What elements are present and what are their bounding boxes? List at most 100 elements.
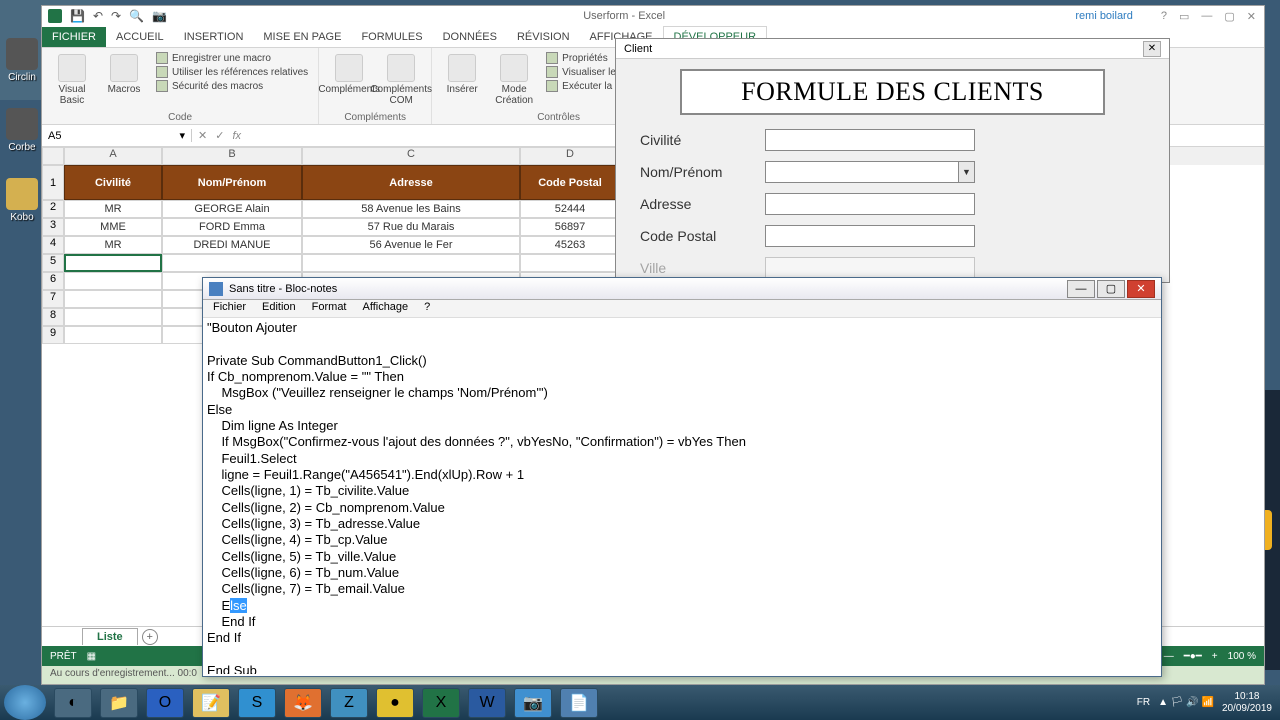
taskbar-app-icon[interactable]: ●	[376, 688, 414, 718]
table-header[interactable]: Adresse	[302, 165, 520, 200]
taskbar: ◐ 📁 O 📝 S 🦊 Z ● X W 📷 📄 FR ▲ 🏳 🔊 📶 10:18…	[0, 685, 1280, 720]
ville-input[interactable]	[765, 257, 975, 279]
excel-titlebar: 💾 ↶ ↷ 🔍 📷 Userform - Excel remi boilard …	[42, 6, 1264, 26]
zoom-level[interactable]: 100 %	[1228, 651, 1256, 662]
table-header[interactable]: Code Postal	[520, 165, 620, 200]
cell[interactable]: MME	[64, 218, 162, 236]
taskbar-firefox-icon[interactable]: 🦊	[284, 688, 322, 718]
notepad-text-area[interactable]: "Bouton Ajouter Private Sub CommandButto…	[203, 318, 1161, 674]
com-addins-button[interactable]: Compléments COM	[377, 50, 425, 110]
cell[interactable]: MR	[64, 200, 162, 218]
taskbar-skype-icon[interactable]: S	[238, 688, 276, 718]
qat-redo-icon[interactable]: ↷	[111, 9, 121, 23]
close-icon[interactable]: ✕	[1247, 10, 1256, 23]
maximize-icon[interactable]: ▢	[1224, 10, 1234, 23]
close-icon[interactable]: ✕	[1127, 280, 1155, 298]
menu-help[interactable]: ?	[418, 301, 436, 316]
col-header[interactable]: B	[162, 147, 302, 165]
tray-icons[interactable]: ▲ 🏳 🔊 📶	[1158, 697, 1214, 708]
col-header[interactable]: D	[520, 147, 620, 165]
cancel-icon[interactable]: ✕	[198, 129, 207, 142]
qat-preview-icon[interactable]: 🔍	[129, 9, 144, 23]
chevron-down-icon[interactable]: ▾	[179, 129, 185, 142]
cell[interactable]: 45263	[520, 236, 620, 254]
close-icon[interactable]: ✕	[1143, 41, 1161, 57]
taskbar-explorer-icon[interactable]: 📁	[100, 688, 138, 718]
tab-accueil[interactable]: ACCUEIL	[106, 27, 174, 47]
table-header[interactable]: Civilité	[64, 165, 162, 200]
minimize-icon[interactable]: —	[1201, 10, 1212, 23]
start-button[interactable]	[4, 685, 46, 720]
addins-button[interactable]: Compléments	[325, 50, 373, 99]
desktop-icon[interactable]: Kobo	[2, 178, 42, 223]
cell[interactable]: 56 Avenue le Fer	[302, 236, 520, 254]
menu-fichier[interactable]: Fichier	[207, 301, 252, 316]
taskbar-app-icon[interactable]: Z	[330, 688, 368, 718]
adresse-input[interactable]	[765, 193, 975, 215]
col-header[interactable]: C	[302, 147, 520, 165]
zoom-slider[interactable]: ━●━	[1184, 651, 1202, 662]
record-icon[interactable]: ▦	[87, 651, 96, 662]
sheet-tab[interactable]: Liste	[82, 628, 138, 645]
add-sheet-button[interactable]: +	[142, 629, 158, 645]
user-label[interactable]: remi boilard	[1075, 10, 1152, 22]
chevron-down-icon[interactable]: ▼	[958, 162, 974, 182]
tab-formules[interactable]: FORMULES	[351, 27, 432, 47]
menu-format[interactable]: Format	[306, 301, 353, 316]
taskbar-notes-icon[interactable]: 📝	[192, 688, 230, 718]
taskbar-excel-icon[interactable]: X	[422, 688, 460, 718]
design-mode-button[interactable]: Mode Création	[490, 50, 538, 110]
tray-lang[interactable]: FR	[1137, 697, 1150, 708]
enter-icon[interactable]: ✓	[215, 129, 224, 142]
col-header[interactable]: A	[64, 147, 162, 165]
codepostal-input[interactable]	[765, 225, 975, 247]
menu-affichage[interactable]: Affichage	[357, 301, 415, 316]
tab-mise-en-page[interactable]: MISE EN PAGE	[253, 27, 351, 47]
minimize-icon[interactable]: —	[1067, 280, 1095, 298]
tab-insertion[interactable]: INSERTION	[174, 27, 254, 47]
relative-refs-button[interactable]: Utiliser les références relatives	[156, 66, 308, 78]
qat-save-icon[interactable]: 💾	[70, 9, 85, 23]
nomprenom-combo[interactable]: ▼	[765, 161, 975, 183]
tab-donnees[interactable]: DONNÉES	[433, 27, 507, 47]
cell[interactable]: 52444	[520, 200, 620, 218]
qat-camera-icon[interactable]: 📷	[152, 9, 167, 23]
cell[interactable]: 56897	[520, 218, 620, 236]
notepad-menu: Fichier Edition Format Affichage ?	[203, 300, 1161, 318]
maximize-icon[interactable]: ▢	[1097, 280, 1125, 298]
desktop-icon[interactable]: Corbe	[2, 108, 42, 153]
help-icon[interactable]: ?	[1161, 10, 1167, 23]
qat-undo-icon[interactable]: ↶	[93, 9, 103, 23]
table-header[interactable]: Nom/Prénom	[162, 165, 302, 200]
taskbar-hp-icon[interactable]: ◐	[54, 688, 92, 718]
cell[interactable]: MR	[64, 236, 162, 254]
taskbar-camera-icon[interactable]: 📷	[514, 688, 552, 718]
taskbar-notepad-icon[interactable]: 📄	[560, 688, 598, 718]
fx-icon[interactable]: fx	[232, 130, 241, 142]
record-macro-button[interactable]: Enregistrer une macro	[156, 52, 308, 64]
notepad-icon	[209, 282, 223, 296]
tray-clock[interactable]: 10:1820/09/2019	[1222, 691, 1272, 715]
ribbon-toggle-icon[interactable]: ▭	[1179, 10, 1189, 23]
civilite-input[interactable]	[765, 129, 975, 151]
label-ville: Ville	[640, 260, 765, 276]
insert-control-button[interactable]: Insérer	[438, 50, 486, 99]
tab-fichier[interactable]: FICHIER	[42, 27, 106, 47]
name-box[interactable]: A5▾	[42, 129, 192, 142]
macro-security-button[interactable]: Sécurité des macros	[156, 80, 308, 92]
taskbar-word-icon[interactable]: W	[468, 688, 506, 718]
desktop-icon[interactable]: Circlin	[2, 38, 42, 83]
cell[interactable]: 57 Rue du Marais	[302, 218, 520, 236]
visual-basic-button[interactable]: Visual Basic	[48, 50, 96, 110]
cell[interactable]: DREDI MANUE	[162, 236, 302, 254]
tab-revision[interactable]: RÉVISION	[507, 27, 580, 47]
cell[interactable]: FORD Emma	[162, 218, 302, 236]
taskbar-outlook-icon[interactable]: O	[146, 688, 184, 718]
menu-edition[interactable]: Edition	[256, 301, 302, 316]
label-civilite: Civilité	[640, 132, 765, 148]
cell[interactable]: GEORGE Alain	[162, 200, 302, 218]
cell[interactable]: 58 Avenue les Bains	[302, 200, 520, 218]
macros-button[interactable]: Macros	[100, 50, 148, 99]
selected-cell[interactable]	[64, 254, 162, 272]
userform-title: Client	[624, 43, 652, 55]
